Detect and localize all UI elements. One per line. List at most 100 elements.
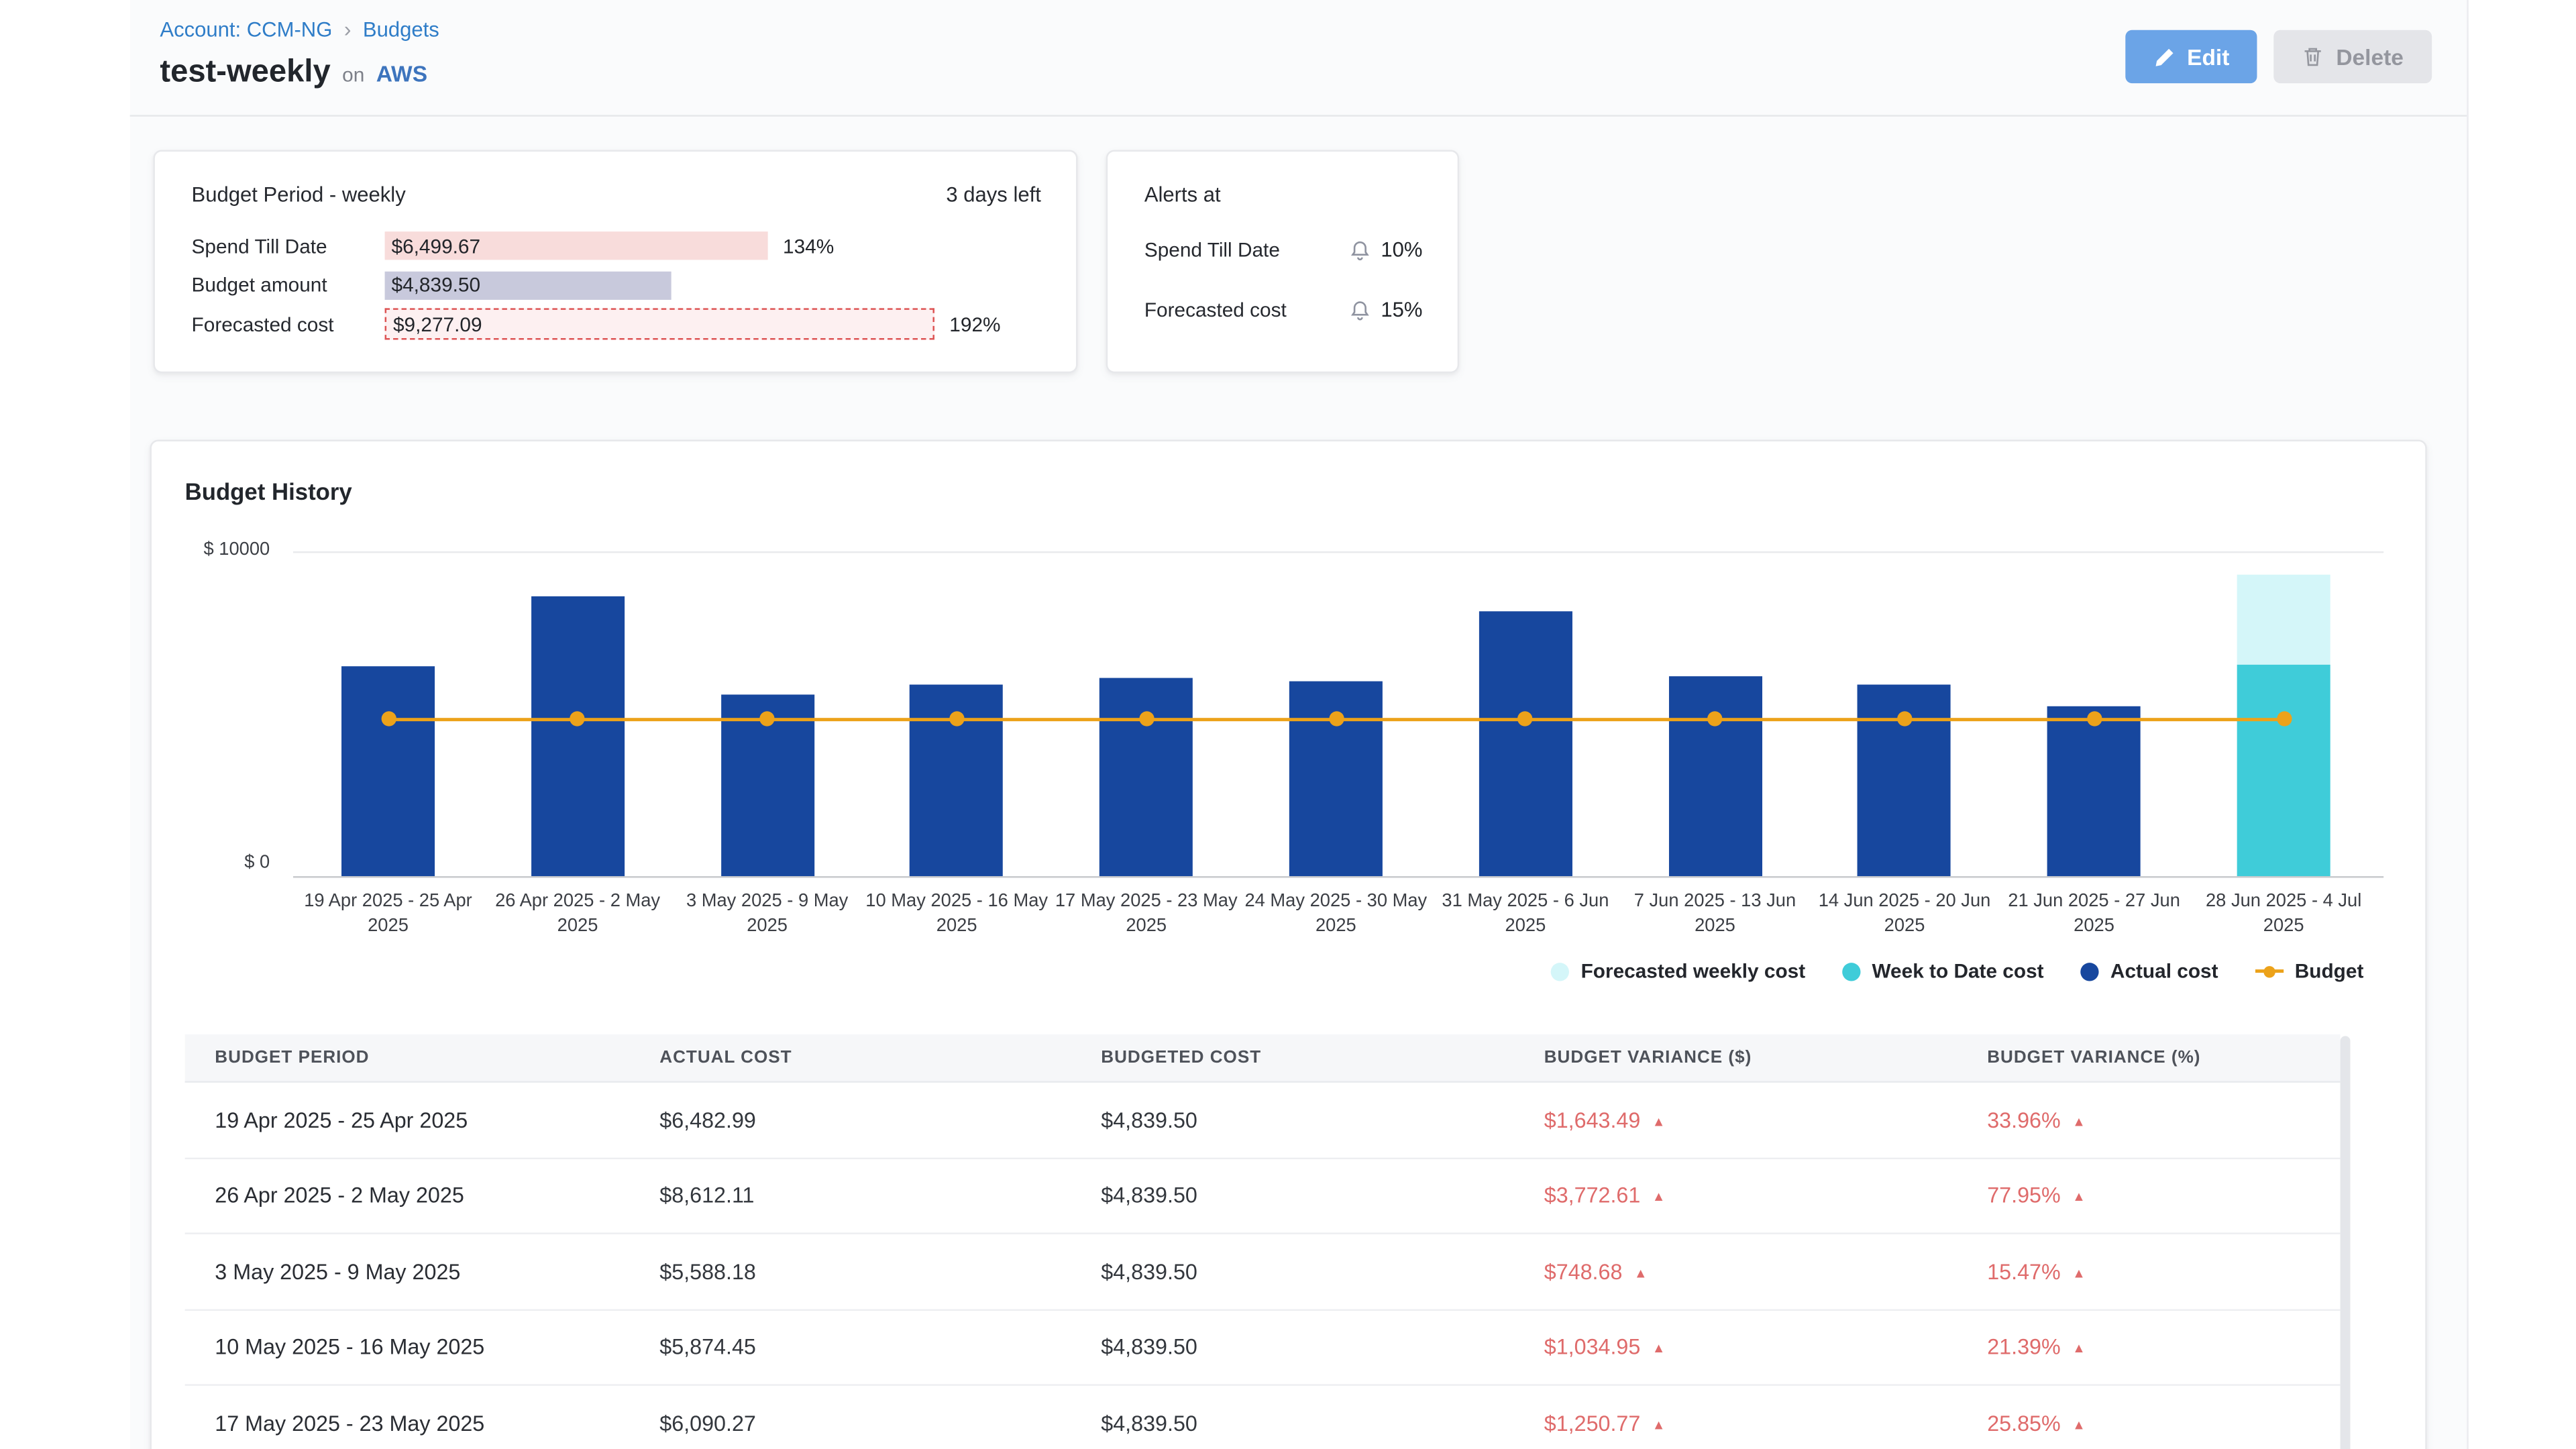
header-actions: Edit Delete — [2125, 30, 2432, 83]
col-actual-cost: ACTUAL COST — [659, 1048, 1101, 1068]
table-row: 17 May 2025 - 23 May 2025$6,090.27$4,839… — [185, 1386, 2341, 1449]
forecasted-cost-row: Forecasted cost $9,277.09 192% — [192, 305, 1041, 343]
trend-up-icon: ▲ — [1634, 1265, 1648, 1280]
actual-cost-cell: $6,090.27 — [659, 1410, 1101, 1435]
x-axis-label: 26 Apr 2025 - 2 May 2025 — [484, 890, 671, 938]
actual-cost-bar[interactable] — [341, 665, 435, 876]
budget-amount-value: $4,839.50 — [392, 274, 481, 297]
table-row: 26 Apr 2025 - 2 May 2025$8,612.11$4,839.… — [185, 1159, 2341, 1234]
forecasted-cost-value: $9,277.09 — [393, 313, 482, 336]
budgeted-cost-cell: $4,839.50 — [1101, 1259, 1544, 1284]
alert-forecast-label: Forecasted cost — [1144, 298, 1349, 321]
actual-cost-bar[interactable] — [531, 596, 625, 876]
budget-period-cell: 10 May 2025 - 16 May 2025 — [215, 1335, 659, 1360]
trend-up-icon: ▲ — [1652, 1114, 1666, 1129]
budget-point[interactable] — [1139, 712, 1154, 727]
budget-variance-pct-cell: 33.96%▲ — [1987, 1108, 2340, 1132]
forecasted-cost-bar: $9,277.09 — [385, 309, 934, 340]
col-budget-variance-pct: BUDGET VARIANCE (%) — [1987, 1048, 2340, 1068]
x-axis-label: 28 Jun 2025 - 4 Jul 2025 — [2190, 890, 2377, 938]
alert-forecast-threshold: 15% — [1381, 298, 1422, 321]
breadcrumb-account-link[interactable]: Account: CCM-NG — [160, 17, 332, 41]
trend-up-icon: ▲ — [1652, 1417, 1666, 1432]
legend-label: Week to Date cost — [1872, 959, 2043, 983]
delete-button-label: Delete — [2336, 44, 2404, 69]
legend-label: Budget — [2295, 959, 2364, 983]
x-axis-label: 19 Apr 2025 - 25 Apr 2025 — [294, 890, 481, 938]
series-marker-icon — [1842, 962, 1860, 980]
trend-up-icon: ▲ — [2072, 1341, 2086, 1356]
series-marker-icon — [1551, 962, 1569, 980]
spend-till-date-value: $6,499.67 — [392, 234, 481, 258]
budget-point[interactable] — [949, 712, 964, 727]
actual-cost-bar[interactable] — [1479, 611, 1572, 876]
budget-variance-usd-cell: $1,643.49▲ — [1544, 1108, 1987, 1132]
budget-point[interactable] — [1897, 712, 1912, 727]
legend-item-budget[interactable]: Budget — [2255, 959, 2363, 983]
alerts-card: Alerts at Spend Till Date 10% Forecasted… — [1106, 150, 1459, 373]
x-axis-labels: 19 Apr 2025 - 25 Apr 202526 Apr 2025 - 2… — [293, 890, 2383, 959]
budgeted-cost-cell: $4,839.50 — [1101, 1108, 1544, 1132]
alert-row-spend: Spend Till Date 10% — [1144, 233, 1423, 267]
budget-point[interactable] — [2086, 712, 2101, 727]
table-scrollbar[interactable] — [2341, 1036, 2351, 1449]
actual-cost-bar[interactable] — [1668, 676, 1762, 876]
table-row: 3 May 2025 - 9 May 2025$5,588.18$4,839.5… — [185, 1234, 2341, 1310]
budget-period-title: Budget Period - weekly — [192, 183, 406, 207]
chart-legend: Forecasted weekly cost Week to Date cost A… — [1551, 959, 2363, 983]
week-to-date-cost-bar[interactable] — [2237, 665, 2330, 876]
col-budget-period: BUDGET PERIOD — [215, 1048, 659, 1068]
actual-cost-bar[interactable] — [1289, 682, 1383, 877]
budget-history-title: Budget History — [185, 478, 352, 505]
actual-cost-bar[interactable] — [2047, 706, 2141, 876]
budget-variance-pct-cell: 21.39%▲ — [1987, 1335, 2340, 1360]
legend-item-forecasted-weekly-cost[interactable]: Forecasted weekly cost — [1551, 959, 1805, 983]
budgeted-cost-cell: $4,839.50 — [1101, 1335, 1544, 1360]
page-header: Account: CCM-NG › Budgets test-weekly on… — [130, 0, 2467, 117]
delete-button[interactable]: Delete — [2274, 30, 2432, 83]
x-axis-label: 17 May 2025 - 23 May 2025 — [1053, 890, 1240, 938]
legend-item-actual-cost[interactable]: Actual cost — [2080, 959, 2218, 983]
bell-icon — [1349, 238, 1373, 262]
breadcrumb-budgets-link[interactable]: Budgets — [363, 17, 439, 41]
content-wrapper: Account: CCM-NG › Budgets test-weekly on… — [130, 0, 2469, 1449]
summary-cards-row: Budget Period - weekly 3 days left Spend… — [153, 150, 1459, 373]
alert-spend-threshold: 10% — [1381, 238, 1422, 262]
table-row: 10 May 2025 - 16 May 2025$5,874.45$4,839… — [185, 1310, 2341, 1386]
title-row: test-weekly on AWS — [160, 55, 427, 92]
forecasted-weekly-cost-bar[interactable] — [2237, 575, 2330, 665]
budget-period-card-header: Budget Period - weekly 3 days left — [192, 183, 1041, 207]
spend-till-date-percent: 134% — [783, 234, 834, 258]
edit-button[interactable]: Edit — [2125, 30, 2257, 83]
spend-till-date-bar: $6,499.67 — [385, 232, 768, 260]
y-axis-label-max: $ 10000 — [152, 539, 270, 559]
budget-variance-pct-cell: 25.85%▲ — [1987, 1410, 2340, 1435]
budget-variance-usd-cell: $3,772.61▲ — [1544, 1183, 1987, 1208]
trend-up-icon: ▲ — [2072, 1114, 2086, 1129]
budget-amount-row: Budget amount $4,839.50 — [192, 266, 1041, 305]
actual-cost-bar[interactable] — [1099, 678, 1193, 876]
page-title: test-weekly — [160, 55, 330, 92]
budget-history-chart — [293, 551, 2383, 876]
x-axis-label: 14 Jun 2025 - 20 Jun 2025 — [1811, 890, 1998, 938]
trend-up-icon: ▲ — [2072, 1189, 2086, 1204]
actual-cost-cell: $8,612.11 — [659, 1183, 1101, 1208]
x-axis-label: 10 May 2025 - 16 May 2025 — [863, 890, 1050, 938]
y-axis-label-zero: $ 0 — [152, 853, 270, 873]
perspective-link[interactable]: AWS — [376, 62, 427, 87]
budget-history-table: BUDGET PERIOD ACTUAL COST BUDGETED COST … — [185, 1034, 2341, 1449]
budget-period-cell: 17 May 2025 - 23 May 2025 — [215, 1410, 659, 1435]
forecasted-cost-label: Forecasted cost — [192, 313, 385, 336]
trend-up-icon: ▲ — [2072, 1265, 2086, 1280]
budget-amount-bar: $4,839.50 — [385, 271, 672, 299]
bell-icon — [1349, 298, 1373, 321]
col-budgeted-cost: BUDGETED COST — [1101, 1048, 1544, 1068]
budget-variance-usd-cell: $748.68▲ — [1544, 1259, 1987, 1284]
budget-period-cell: 26 Apr 2025 - 2 May 2025 — [215, 1183, 659, 1208]
series-marker-icon — [2080, 962, 2098, 980]
days-left-label: 3 days left — [946, 183, 1040, 207]
budget-period-cell: 19 Apr 2025 - 25 Apr 2025 — [215, 1108, 659, 1132]
actual-cost-cell: $6,482.99 — [659, 1108, 1101, 1132]
budgeted-cost-cell: $4,839.50 — [1101, 1183, 1544, 1208]
legend-item-week-to-date-cost[interactable]: Week to Date cost — [1842, 959, 2044, 983]
